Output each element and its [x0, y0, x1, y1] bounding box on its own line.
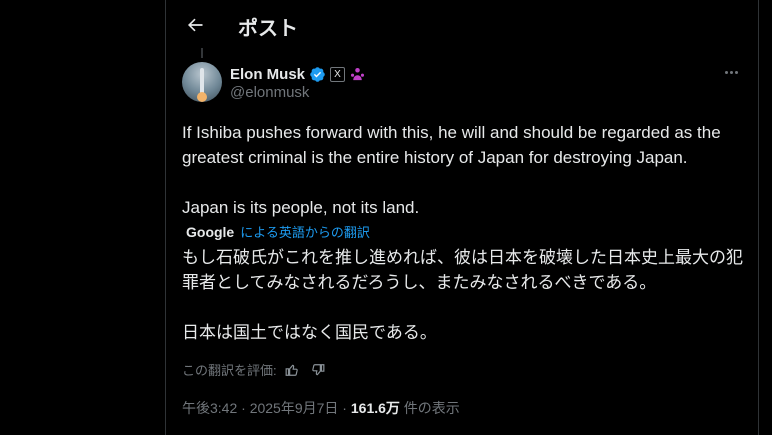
dot-icon: [735, 71, 738, 74]
translation-label-link[interactable]: による英語からの翻訳: [240, 222, 370, 241]
avatar[interactable]: [182, 62, 222, 102]
page-title: ポスト: [238, 18, 298, 40]
x-affiliate-icon[interactable]: X: [330, 66, 346, 82]
author-handle[interactable]: @elonmusk: [230, 84, 309, 101]
author-name[interactable]: Elon Musk: [230, 66, 305, 83]
thumbs-up-button[interactable]: [285, 361, 303, 379]
thumbs-down-icon: [311, 363, 325, 375]
verified-badge-icon[interactable]: [309, 66, 326, 83]
rate-translation-label: この翻訳を評価:: [182, 363, 277, 378]
post-text: If Ishiba pushes forward with this, he w…: [182, 123, 721, 217]
meta-separator: ·: [338, 400, 351, 416]
google-logo: Google: [186, 223, 235, 240]
post-date[interactable]: 2025年9月7日: [250, 400, 339, 416]
dot-icon: [725, 71, 728, 74]
affiliate-people-icon[interactable]: [349, 66, 366, 83]
view-count-label: 件の表示: [399, 400, 460, 416]
meta-separator: ·: [237, 400, 250, 416]
view-count: 161.6万: [350, 400, 400, 416]
thumbs-down-button[interactable]: [311, 361, 329, 379]
arrow-left-icon: [188, 18, 203, 32]
dot-icon: [730, 71, 733, 74]
author-name-row: Elon Musk X: [230, 64, 366, 84]
header: ポスト: [166, 0, 758, 50]
rate-translation-row: この翻訳を評価:: [182, 360, 329, 379]
thumbs-up-icon: [285, 364, 298, 376]
avatar-flame: [197, 92, 207, 102]
thread-connector: [201, 48, 203, 58]
post-column: ポスト Elon Musk X @elonmusk If Ishiba push…: [165, 0, 759, 435]
translation-attribution: Google による英語からの翻訳: [186, 222, 370, 241]
post-meta: 午後3:42 · 2025年9月7日 · 161.6万 件の表示: [182, 398, 460, 418]
translated-text: もし石破氏がこれを推し進めれば、彼は日本を破壊した日本史上最大の犯 罪者としてみ…: [182, 248, 743, 342]
post-time[interactable]: 午後3:42: [182, 400, 237, 416]
more-options-button[interactable]: [724, 62, 748, 82]
back-button[interactable]: [180, 10, 210, 40]
